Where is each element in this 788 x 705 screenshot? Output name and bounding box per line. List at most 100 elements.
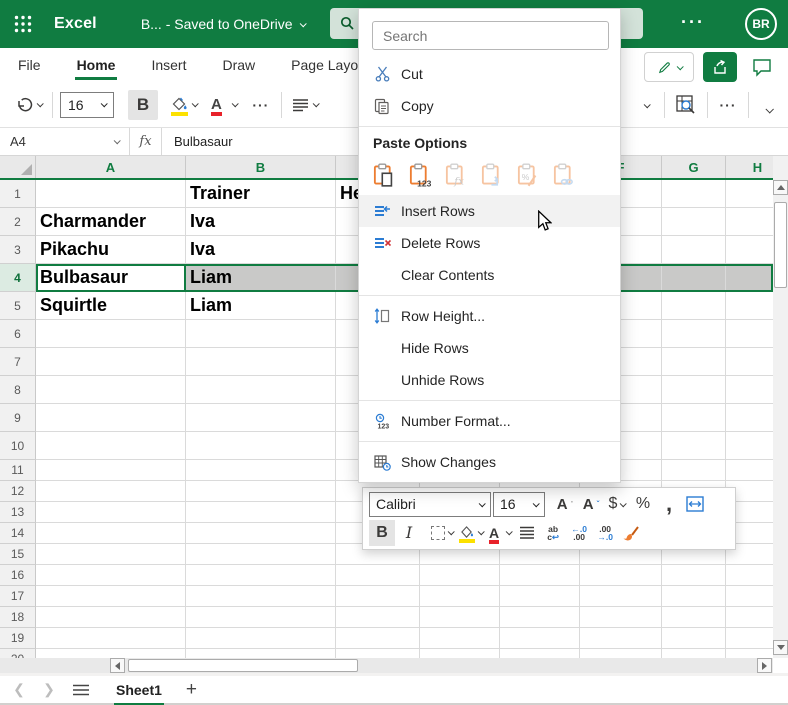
cell[interactable] (36, 649, 186, 658)
cell[interactable] (662, 628, 726, 649)
cell[interactable] (726, 607, 773, 628)
row-header[interactable]: 12 (0, 481, 36, 502)
column-header[interactable]: H (726, 156, 773, 178)
paste-formats-button[interactable]: % (517, 163, 539, 187)
cell[interactable] (36, 376, 186, 404)
mini-fill-color-button[interactable] (457, 520, 485, 546)
shrink-font-button[interactable]: Aˇ (579, 491, 603, 517)
row-header[interactable]: 5 (0, 292, 36, 320)
cell[interactable] (186, 404, 336, 432)
menu-item-clear-contents[interactable]: Clear Contents (359, 259, 620, 291)
cell[interactable] (186, 544, 336, 565)
menu-item-number-format[interactable]: 123 Number Format... (359, 405, 620, 437)
cell[interactable]: Liam (186, 264, 336, 292)
cell[interactable] (662, 649, 726, 658)
scroll-left-button[interactable] (110, 658, 125, 673)
cell[interactable] (726, 292, 773, 320)
column-header[interactable]: G (662, 156, 726, 178)
row-header[interactable]: 14 (0, 523, 36, 544)
row-header[interactable]: 20 (0, 649, 36, 658)
cell[interactable]: Squirtle (36, 292, 186, 320)
editing-mode-button[interactable] (644, 52, 694, 82)
paste-button[interactable] (373, 163, 395, 187)
font-size-combobox[interactable]: 16 (60, 92, 114, 118)
column-header[interactable]: A (36, 156, 186, 178)
row-header[interactable]: 13 (0, 502, 36, 523)
paste-link-button[interactable] (553, 163, 575, 187)
scroll-right-button[interactable] (757, 658, 772, 673)
cell[interactable]: Iva (186, 208, 336, 236)
percent-format-button[interactable]: % (631, 491, 655, 517)
cell[interactable]: Bulbasaur (36, 264, 186, 292)
cell[interactable] (186, 348, 336, 376)
cell[interactable] (726, 628, 773, 649)
cell[interactable] (580, 649, 662, 658)
cell[interactable] (36, 348, 186, 376)
cell[interactable] (336, 586, 420, 607)
cell[interactable] (662, 264, 726, 292)
paste-transpose-button[interactable] (481, 163, 503, 187)
cell[interactable] (662, 236, 726, 264)
mini-wrap-text-button[interactable]: ab c↩ (541, 520, 565, 546)
cell[interactable] (726, 320, 773, 348)
cell[interactable] (726, 376, 773, 404)
cell[interactable] (662, 208, 726, 236)
cell[interactable] (662, 180, 726, 208)
menu-item-cut[interactable]: Cut (359, 58, 620, 90)
autofit-button[interactable] (683, 491, 707, 517)
cell[interactable] (186, 523, 336, 544)
cell[interactable]: Charmander (36, 208, 186, 236)
mini-borders-button[interactable] (429, 520, 455, 546)
accounting-format-button[interactable]: $ (605, 491, 629, 517)
insert-function-button[interactable]: fx (130, 128, 162, 155)
cell[interactable] (186, 628, 336, 649)
row-header[interactable]: 11 (0, 460, 36, 481)
fill-color-button[interactable] (168, 90, 200, 120)
cell[interactable] (580, 565, 662, 586)
cell[interactable] (420, 586, 500, 607)
cell[interactable] (36, 320, 186, 348)
row-header[interactable]: 7 (0, 348, 36, 376)
cell[interactable] (726, 649, 773, 658)
vertical-scroll-thumb[interactable] (774, 202, 787, 288)
cell[interactable] (726, 208, 773, 236)
share-button[interactable] (703, 52, 737, 82)
menu-item-delete-rows[interactable]: Delete Rows (359, 227, 620, 259)
cell[interactable] (726, 264, 773, 292)
ribbon-more-button[interactable]: ··· (715, 90, 741, 120)
mini-format-painter-button[interactable] (619, 520, 643, 546)
menu-item-row-height[interactable]: Row Height... (359, 300, 620, 332)
tab-insert[interactable]: Insert (139, 50, 198, 80)
cell[interactable] (336, 649, 420, 658)
name-box[interactable]: A4 (0, 128, 130, 155)
cell[interactable] (662, 348, 726, 376)
mini-increase-decimal-button[interactable]: .00 →.0 (593, 520, 617, 546)
cell[interactable] (186, 320, 336, 348)
cell[interactable] (186, 607, 336, 628)
cell[interactable] (336, 565, 420, 586)
vertical-scrollbar[interactable] (773, 156, 788, 658)
cell[interactable] (186, 460, 336, 481)
menu-item-hide-rows[interactable]: Hide Rows (359, 332, 620, 364)
cell[interactable] (186, 481, 336, 502)
row-header[interactable]: 2 (0, 208, 36, 236)
cell[interactable] (662, 292, 726, 320)
cell[interactable] (726, 180, 773, 208)
cell[interactable] (726, 236, 773, 264)
cell[interactable] (726, 348, 773, 376)
cell[interactable] (36, 523, 186, 544)
cell[interactable] (662, 404, 726, 432)
prev-sheet-button[interactable]: ❮ (4, 681, 34, 698)
tab-home[interactable]: Home (65, 50, 128, 80)
cell[interactable] (186, 565, 336, 586)
cell[interactable] (420, 565, 500, 586)
cell[interactable] (36, 432, 186, 460)
mini-font-size-combobox[interactable]: 16 (493, 492, 545, 517)
cell[interactable] (662, 320, 726, 348)
cell[interactable] (36, 180, 186, 208)
cell[interactable] (726, 565, 773, 586)
cell[interactable] (500, 586, 580, 607)
add-sheet-button[interactable]: + (186, 679, 197, 701)
cell[interactable] (662, 432, 726, 460)
cell[interactable] (186, 502, 336, 523)
